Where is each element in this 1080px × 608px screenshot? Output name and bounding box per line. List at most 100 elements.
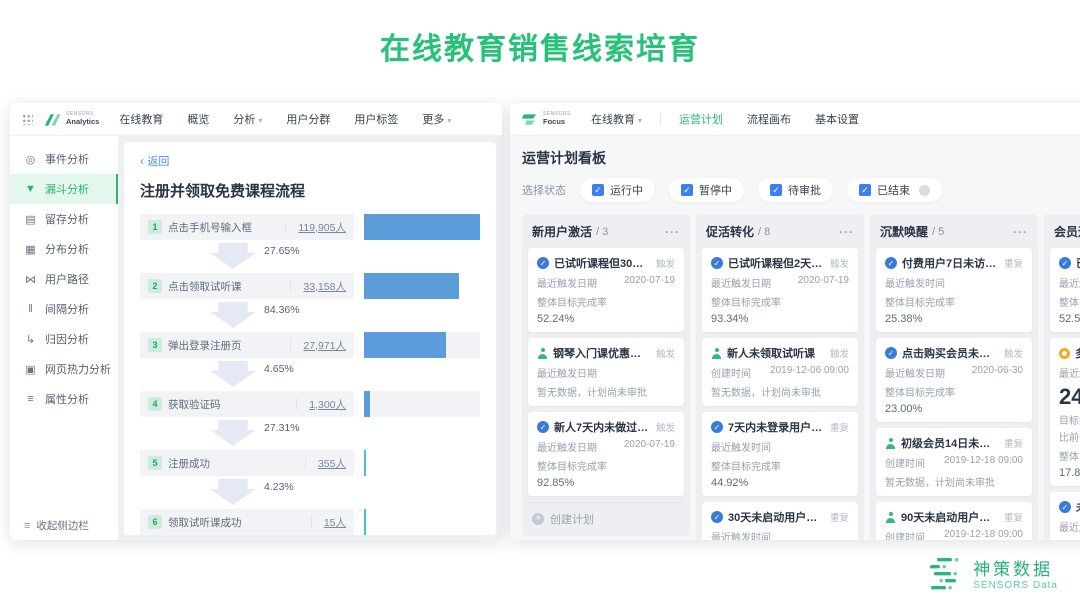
sidebar-item-attribute-analysis[interactable]: ≡ 属性分析 [10, 384, 118, 414]
filter-running[interactable]: 运行中 [580, 178, 655, 202]
focus-top-nav: SENSORS Focus 在线教育 运营计划 流程画布 基本设置 [510, 103, 1080, 136]
checkbox-checked-icon[interactable] [592, 184, 604, 196]
step-count-link[interactable]: 33,158人 [303, 279, 346, 294]
check-circle-icon [711, 511, 723, 523]
checkbox-checked-icon[interactable] [770, 184, 782, 196]
kanban-column-member-operation: 会员运营 已试听... 最近触发时间 整体目标完成率 52.56% 多... 最… [1044, 214, 1080, 540]
analytics-sidebar: ◎ 事件分析 ▼ 漏斗分析 ▤ 留存分析 ▦ 分布分析 ⋈ 用户路径 ‖ 间隔分… [10, 136, 118, 540]
sidebar-item-interval-analysis[interactable]: ‖ 间隔分析 [10, 294, 118, 324]
step-count-link[interactable]: 27,971人 [303, 338, 346, 353]
conversion-rate: 84.36% [264, 304, 300, 316]
plan-card[interactable]: 付费用户7日未访问唤醒 重复 最近触发时间 整体目标完成率 25.38% [876, 248, 1032, 332]
analytics-logo: SENSORS Analytics [43, 112, 99, 127]
sidebar-item-label: 分布分析 [45, 244, 89, 256]
completion-rate: 25.38% [885, 313, 923, 325]
plan-card[interactable]: 点击购买会员未支付 触发 最近触发日期2020-06-30 整体目标完成率 23… [876, 338, 1032, 422]
funnel-step-6[interactable]: 6 领取试听课成功 15人 [140, 509, 354, 535]
plan-card[interactable]: 7天内未登录用户APP... 重复 最近触发时间 整体目标完成率 44.92% [702, 412, 858, 496]
focus-window: SENSORS Focus 在线教育 运营计划 流程画布 基本设置 运营计划看板… [510, 103, 1080, 540]
nav-item-project[interactable]: 在线教育 [591, 111, 642, 127]
step-count-link[interactable]: 355人 [318, 456, 346, 471]
filter-paused[interactable]: 暂停中 [669, 178, 744, 202]
check-circle-icon [885, 257, 897, 269]
nav-item-analysis[interactable]: 分析 [233, 111, 262, 127]
sidebar-item-event-analysis[interactable]: ◎ 事件分析 [10, 144, 118, 174]
sidebar-item-label: 漏斗分析 [45, 184, 89, 196]
funnel-bar [364, 214, 480, 240]
column-more-icon[interactable] [1013, 225, 1028, 239]
column-more-icon[interactable] [665, 225, 680, 239]
nav-item-more[interactable]: 更多 [422, 111, 451, 127]
funnel-step-5[interactable]: 5 注册成功 355人 [140, 450, 354, 476]
interval-analysis-icon: ‖ [28, 303, 33, 315]
user-icon [885, 511, 896, 523]
sidebar-item-distribution-analysis[interactable]: ▦ 分布分析 [10, 234, 118, 264]
funnel-step-row: 1 点击手机号输入框 119,905人 [140, 214, 480, 240]
sidebar-item-web-heatmap-analysis[interactable]: ▣ 网页热力分析 [10, 354, 118, 384]
sidebar-item-funnel-analysis[interactable]: ▼ 漏斗分析 [10, 174, 118, 204]
filter-pending[interactable]: 待审批 [758, 178, 833, 202]
operation-plan-board: 运营计划看板 选择状态 运行中 暂停中 待审批 已结束 [510, 136, 1080, 540]
sensors-data-logo-icon [930, 558, 959, 590]
plan-card[interactable]: 多... 最近触发时间 24. 目标完成率 比前一天 整体目标完成率 17.88… [1050, 338, 1080, 486]
plan-type-tag: 触发 [655, 349, 675, 360]
plan-card[interactable]: 初级会员14日未访问唤醒 重复 创建时间2019-12-18 09:00 暂无数… [876, 428, 1032, 496]
sidebar-item-user-path[interactable]: ⋈ 用户路径 [10, 264, 118, 294]
funnel-bar [364, 509, 367, 535]
conversion-rate: 27.65% [264, 245, 300, 257]
plan-card[interactable]: 未... 最近触发时间 整体目标完成率 46.17% [1050, 492, 1080, 540]
funnel-step-2[interactable]: 2 点击领取试听课 33,158人 [140, 273, 354, 299]
sidebar-item-retention-analysis[interactable]: ▤ 留存分析 [10, 204, 118, 234]
target-icon [1059, 347, 1070, 359]
nav-item-project[interactable]: 在线教育 [119, 111, 163, 127]
kanban-column-activation-conversion: 促活转化 / 8 已试听课程但2天内未... 触发 最近触发日期2020-07-… [696, 214, 864, 540]
plan-card[interactable]: 钢琴入门课优惠促购 触发 最近触发日期 暂无数据，计划尚未审批 [528, 338, 684, 406]
back-link[interactable]: 返回 [140, 153, 169, 169]
nav-item-tags[interactable]: 用户标签 [354, 111, 398, 127]
app-launcher-icon[interactable] [22, 113, 33, 125]
nav-item-segments[interactable]: 用户分群 [286, 111, 330, 127]
checkbox-checked-icon[interactable] [859, 184, 871, 196]
brand-name-en: SENSORS Data [973, 580, 1058, 592]
column-more-icon[interactable] [839, 225, 854, 239]
conversion-arrow-icon [210, 479, 256, 505]
check-circle-icon [711, 421, 723, 433]
funnel-step-1[interactable]: 1 点击手机号输入框 119,905人 [140, 214, 354, 240]
funnel-step-row: 3 弹出登录注册页 27,971人 [140, 332, 480, 358]
plan-card[interactable]: 新人未领取试听课 触发 创建时间 2019-12-06 09:00 暂无数据，计划… [702, 338, 858, 406]
create-plan-button[interactable]: 创建计划 [528, 502, 684, 530]
funnel-step-4[interactable]: 4 获取验证码 1,300人 [140, 391, 354, 417]
nav-item-flow-canvas[interactable]: 流程画布 [747, 111, 791, 127]
collapse-sidebar-button[interactable]: 收起侧边栏 [24, 518, 89, 533]
check-circle-icon [1059, 501, 1071, 513]
conversion-rate: 4.65% [264, 363, 294, 375]
column-title: 会员运营 [1054, 225, 1080, 239]
plan-card[interactable]: 新人7天内未做过练习 触发 最近触发日期2020-07-19 整体目标完成率 9… [528, 412, 684, 496]
info-icon[interactable] [919, 184, 930, 196]
nav-item-basic-settings[interactable]: 基本设置 [815, 111, 859, 127]
plan-card[interactable]: 90天未启动用户短信唤醒 重复 创建时间2019-12-18 09:00 暂无数… [876, 502, 1032, 540]
step-count-link[interactable]: 119,905人 [298, 220, 346, 235]
step-number-badge: 5 [148, 456, 162, 470]
funnel-panel: 返回 注册并领取免费课程流程 1 点击手机号输入框 119,905人 27.65… [124, 142, 496, 535]
plan-card[interactable]: 30天未启动用户短信唤醒 重复 最近触发时间 整体目标完成率 策略组 35.70… [702, 502, 858, 540]
completion-rate: 17.88% [1059, 467, 1080, 479]
funnel-step-3[interactable]: 3 弹出登录注册页 27,971人 [140, 332, 354, 358]
checkbox-checked-icon[interactable] [681, 184, 693, 196]
plan-card[interactable]: 已试听课程但2天内未... 触发 最近触发日期2020-07-19 整体目标完成… [702, 248, 858, 332]
plan-type-tag: 触发 [655, 423, 675, 434]
no-data-note: 暂无数据，计划尚未审批 [711, 388, 821, 399]
nav-item-overview[interactable]: 概览 [187, 111, 209, 127]
nav-item-operation-plan[interactable]: 运营计划 [679, 111, 723, 127]
sidebar-item-label: 属性分析 [45, 394, 89, 406]
filter-finished[interactable]: 已结束 [847, 178, 942, 202]
step-count-link[interactable]: 1,300人 [309, 397, 346, 412]
plan-card[interactable]: 已试听课程但30分钟内... 触发 最近触发日期2020-07-19 整体目标完… [528, 248, 684, 332]
plan-card[interactable]: 已试听... 最近触发时间 整体目标完成率 52.56% [1050, 248, 1080, 332]
sidebar-item-attribution-analysis[interactable]: ↳ 归因分析 [10, 324, 118, 354]
step-number-badge: 4 [148, 397, 162, 411]
attribute-analysis-icon: ≡ [27, 393, 34, 405]
brand-line2: Focus [543, 116, 566, 126]
step-count-link[interactable]: 15人 [324, 515, 346, 530]
no-data-note: 暂无数据，计划尚未审批 [885, 478, 995, 489]
